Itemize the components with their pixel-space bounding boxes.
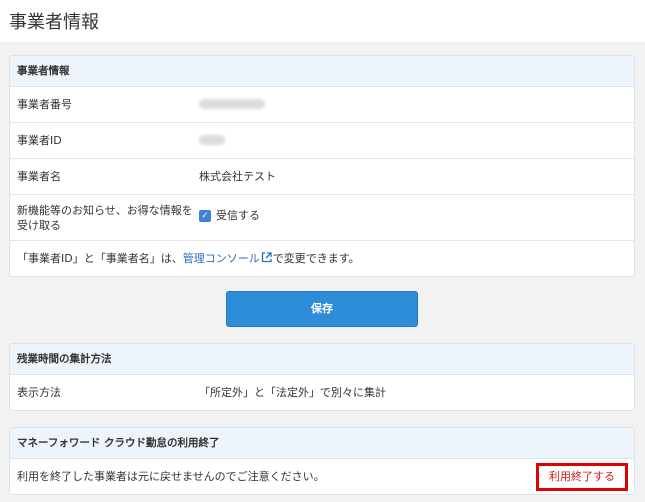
receive-checkbox[interactable]: ✓ [199, 210, 211, 222]
business-id-label: 事業者ID [17, 134, 62, 147]
business-number-label: 事業者番号 [17, 98, 72, 111]
newsletter-label: 新機能等のお知らせ、お得な情報を 受け取る [17, 203, 193, 233]
page-title: 事業者情報 [9, 12, 99, 33]
termination-warning: 利用を終了した事業者は元に戻せませんのでご注意ください。 [17, 470, 325, 483]
edit-note-suffix: で変更できます。 [272, 252, 360, 265]
overtime-panel: 残業時間の集計方法 表示方法 「所定外」と「法定外」で別々に集計 [9, 343, 635, 411]
newsletter-checkbox-group[interactable]: ✓ 受信する [199, 210, 260, 222]
business-name-row: 事業者名 株式会社テスト [10, 159, 634, 195]
end-usage-button[interactable]: 利用終了する [536, 463, 628, 491]
newsletter-row: 新機能等のお知らせ、お得な情報を 受け取る ✓ 受信する [10, 195, 634, 241]
page-header: 事業者情報 [0, 0, 645, 42]
business-name-value: 株式会社テスト [199, 170, 276, 183]
newsletter-label-line1: 新機能等のお知らせ、お得な情報を [17, 204, 193, 217]
edit-note-prefix: 「事業者ID」と「事業者名」は、 [17, 252, 183, 265]
external-link-icon[interactable] [261, 252, 272, 263]
termination-panel: マネーフォワード クラウド勤怠の利用終了 利用を終了した事業者は元に戻せませんの… [9, 427, 635, 495]
display-method-value: 「所定外」と「法定外」で別々に集計 [199, 386, 386, 399]
business-name-label: 事業者名 [17, 170, 61, 183]
panel-heading: 事業者情報 [10, 56, 634, 87]
business-id-value [199, 135, 225, 147]
business-id-row: 事業者ID [10, 123, 634, 159]
business-info-panel: 事業者情報 事業者番号 事業者ID 事業者名 株式会社テスト 新機能等のお知らせ… [9, 55, 635, 277]
panel-heading: 残業時間の集計方法 [10, 344, 634, 375]
display-method-row: 表示方法 「所定外」と「法定外」で別々に集計 [10, 375, 634, 410]
panel-heading: マネーフォワード クラウド勤怠の利用終了 [10, 428, 634, 459]
receive-checkbox-label[interactable]: 受信する [216, 209, 260, 222]
edit-note: 「事業者ID」と「事業者名」は、管理コンソール で変更できます。 [17, 252, 360, 264]
newsletter-label-line2: 受け取る [17, 219, 61, 232]
termination-row: 利用を終了した事業者は元に戻せませんのでご注意ください。 利用終了する [10, 459, 634, 494]
admin-console-link[interactable]: 管理コンソール [183, 252, 260, 265]
display-method-label: 表示方法 [17, 386, 61, 399]
save-button[interactable]: 保存 [226, 291, 418, 327]
business-number-row: 事業者番号 [10, 87, 634, 123]
edit-note-row: 「事業者ID」と「事業者名」は、管理コンソール で変更できます。 [10, 241, 634, 276]
business-number-value [199, 99, 265, 111]
